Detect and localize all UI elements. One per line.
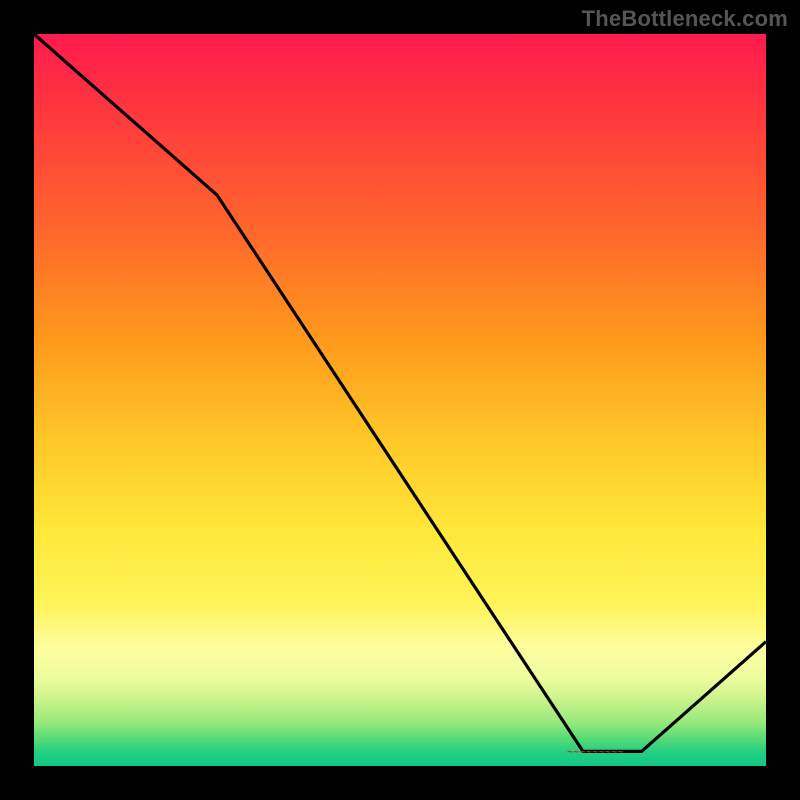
valley-label: ~~~~~~~~~ [567,747,624,758]
chart-stage: TheBottleneck.com ~~~~~~~~~ [0,0,800,800]
watermark-text: TheBottleneck.com [582,6,788,32]
curve-path [34,34,766,751]
plot-frame: ~~~~~~~~~ [34,34,766,766]
bottleneck-curve [34,34,766,766]
